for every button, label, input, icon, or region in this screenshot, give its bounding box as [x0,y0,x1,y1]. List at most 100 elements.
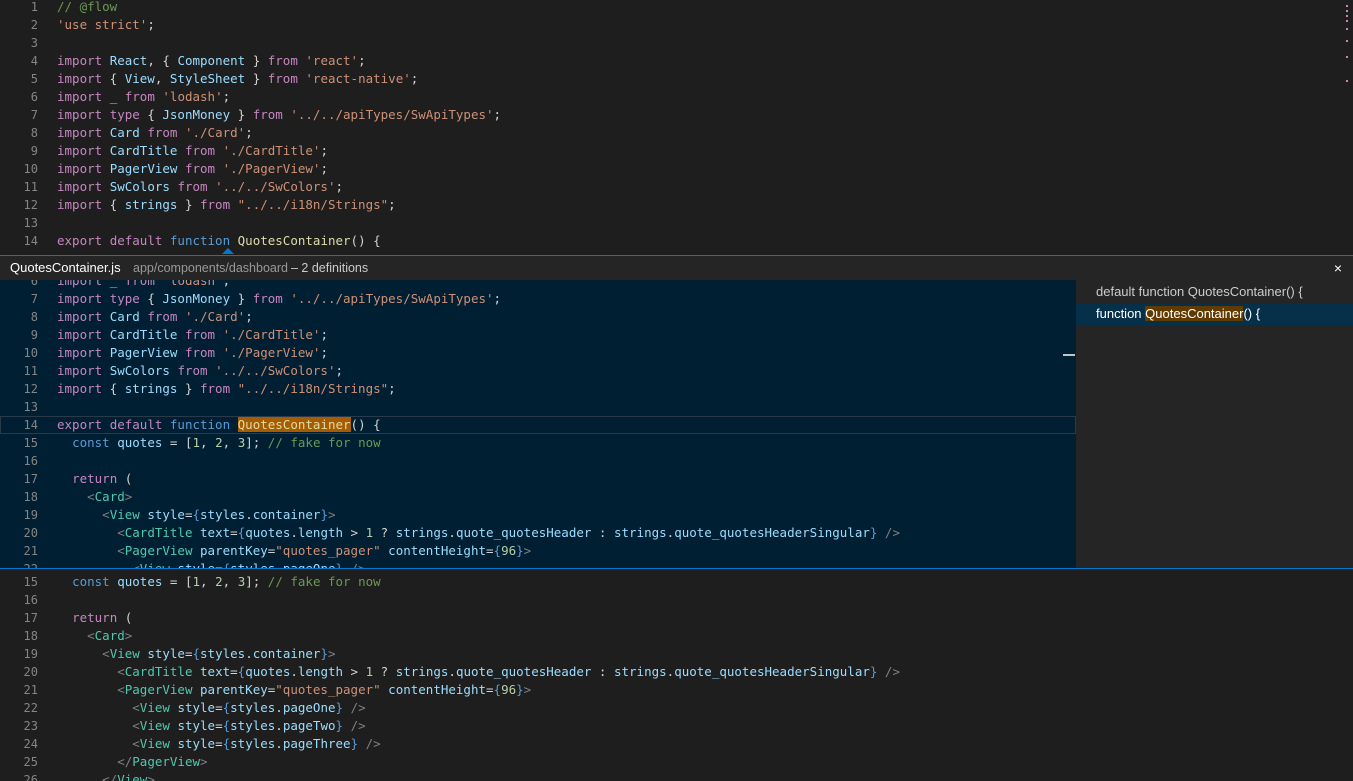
code-line[interactable]: 1 // @flow [0,0,1353,16]
code-line[interactable]: 23 <View style={styles.pageTwo} /> [0,717,1353,735]
result-text: function [1096,306,1146,321]
code-text: import type { JsonMoney } from '../../ap… [57,106,501,124]
code-token: ; [245,125,253,140]
code-line[interactable]: 15 const quotes = [1, 2, 3]; // fake for… [0,573,1353,591]
code-line[interactable]: 12 import { strings } from "../../i18n/St… [0,380,1076,398]
code-line[interactable]: 10 import PagerView from './PagerView'; [0,344,1076,362]
code-token: style [177,700,216,715]
code-line[interactable]: 22 <View style={styles.pageOne} /> [0,560,1076,568]
code-token: . [275,700,283,715]
code-line[interactable]: 5 import { View, StyleSheet } from 'react… [0,70,1353,88]
code-line[interactable]: 9 import CardTitle from './CardTitle'; [0,142,1353,160]
main-editor-top[interactable]: 1 // @flow 2 'use strict'; 3 4 import React, {… [0,0,1353,252]
peek-scrollbar-thumb[interactable] [1063,354,1075,356]
code-line[interactable]: 8 import Card from './Card'; [0,124,1353,142]
code-line[interactable]: 12 import { strings } from "../../i18n/St… [0,196,1353,214]
code-line[interactable]: 21 <PagerView parentKey = "quotes_pager" c… [0,681,1353,699]
code-line[interactable]: 20 <CardTitle text={quotes.length > 1 ? … [0,524,1076,542]
code-text: <View style={styles.pageOne} /> [57,560,365,568]
code-token: } [177,381,200,396]
code-line[interactable]: 24 <View style={styles.pageThree} /> [0,735,1353,753]
code-line[interactable]: 16 [0,452,1076,470]
code-token: < [87,489,95,504]
line-number: 12 [23,382,38,396]
peek-editor[interactable]: 6 import _ from 'lodash'; 7 import type { J… [0,280,1076,568]
code-text: import { View, StyleSheet } from 'react-… [57,70,418,88]
code-token: . [448,525,456,540]
code-token: StyleSheet [169,71,246,86]
code-token: 96 [501,682,517,697]
code-token: PagerView [132,754,201,769]
code-token: export [57,233,103,248]
code-token: import [57,280,103,288]
code-token: 96 [501,543,517,558]
code-line[interactable]: 6 import _ from 'lodash'; [0,88,1353,106]
code-line[interactable]: 26 </View> [0,771,1353,781]
code-token: strings [395,525,449,540]
peek-result-item[interactable]: function QuotesContainer() { [1076,303,1353,325]
code-line[interactable]: 8 import Card from './Card'; [0,308,1076,326]
code-line[interactable]: 21 <PagerView parentKey = "quotes_pager" c… [0,542,1076,560]
line-number: 16 [23,593,38,607]
code-line[interactable]: 9 import CardTitle from './CardTitle'; [0,326,1076,344]
code-line[interactable]: 11 import SwColors from '../../SwColors'; [0,178,1353,196]
code-line[interactable]: 6 import _ from 'lodash'; [0,280,1076,290]
code-line[interactable]: 19 <View style={styles.container}> [0,506,1076,524]
code-line[interactable]: 19 <View style={styles.container}> [0,645,1353,663]
code-line[interactable]: 13 [0,398,1076,416]
code-line[interactable]: 13 [0,214,1353,232]
code-token: = [230,525,238,540]
code-line[interactable]: 7 import type { JsonMoney } from '../../a… [0,290,1076,308]
code-token: . [275,736,283,751]
code-token: > [343,664,366,679]
code-token: View [140,561,170,568]
code-line[interactable]: 3 [0,34,1353,52]
code-line[interactable]: 15 const quotes = [1, 2, 3]; // fake for… [0,434,1076,452]
code-token: pageThree [282,736,351,751]
code-text: return ( [57,609,132,627]
code-token: ; [320,161,328,176]
code-line[interactable]: 25 </PagerView> [0,753,1353,771]
peek-result-item[interactable]: default function QuotesContainer() { [1076,281,1353,303]
code-line[interactable]: 16 [0,591,1353,609]
code-token: styles [230,736,276,751]
main-editor-bottom[interactable]: 15 const quotes = [1, 2, 3]; // fake for… [0,569,1353,781]
code-line[interactable]: 10 import PagerView from './PagerView'; [0,160,1353,178]
code-token: '../../apiTypes/SwApiTypes' [290,291,494,306]
code-token: < [117,664,125,679]
code-token: Card [109,309,140,324]
code-line[interactable]: 20 <CardTitle text={quotes.length > 1 ? … [0,663,1353,681]
code-text: import type { JsonMoney } from '../../ap… [57,290,501,308]
code-line[interactable]: 2 'use strict'; [0,16,1353,34]
code-line[interactable]: 18 <Card> [0,488,1076,506]
code-token: = [230,664,238,679]
code-text: import { strings } from "../../i18n/Stri… [57,196,396,214]
code-token: 'lodash' [162,280,223,288]
code-token: quote_quotesHeader [455,664,592,679]
code-line[interactable]: 14 export default function QuotesContaine… [0,232,1353,250]
code-line[interactable]: 18 <Card> [0,627,1353,645]
code-token: } [245,53,268,68]
code-token: JsonMoney [162,107,231,122]
code-line[interactable]: 7 import type { JsonMoney } from '../../a… [0,106,1353,124]
code-line[interactable]: 17 return ( [0,470,1076,488]
code-token: '../../SwColors' [215,179,336,194]
code-token: text [200,664,231,679]
code-token: View [139,736,170,751]
code-token: > [343,525,366,540]
code-line[interactable]: 17 return ( [0,609,1353,627]
close-icon[interactable]: × [1331,256,1345,280]
code-token: 1 [192,435,201,450]
code-line[interactable]: 4 import React, { Component } from 'react… [0,52,1353,70]
code-line[interactable]: 11 import SwColors from '../../SwColors'; [0,362,1076,380]
peek-file-title[interactable]: QuotesContainer.js [10,256,121,280]
code-token: > [147,772,155,781]
code-line[interactable]: 22 <View style={styles.pageOne} /> [0,699,1353,717]
